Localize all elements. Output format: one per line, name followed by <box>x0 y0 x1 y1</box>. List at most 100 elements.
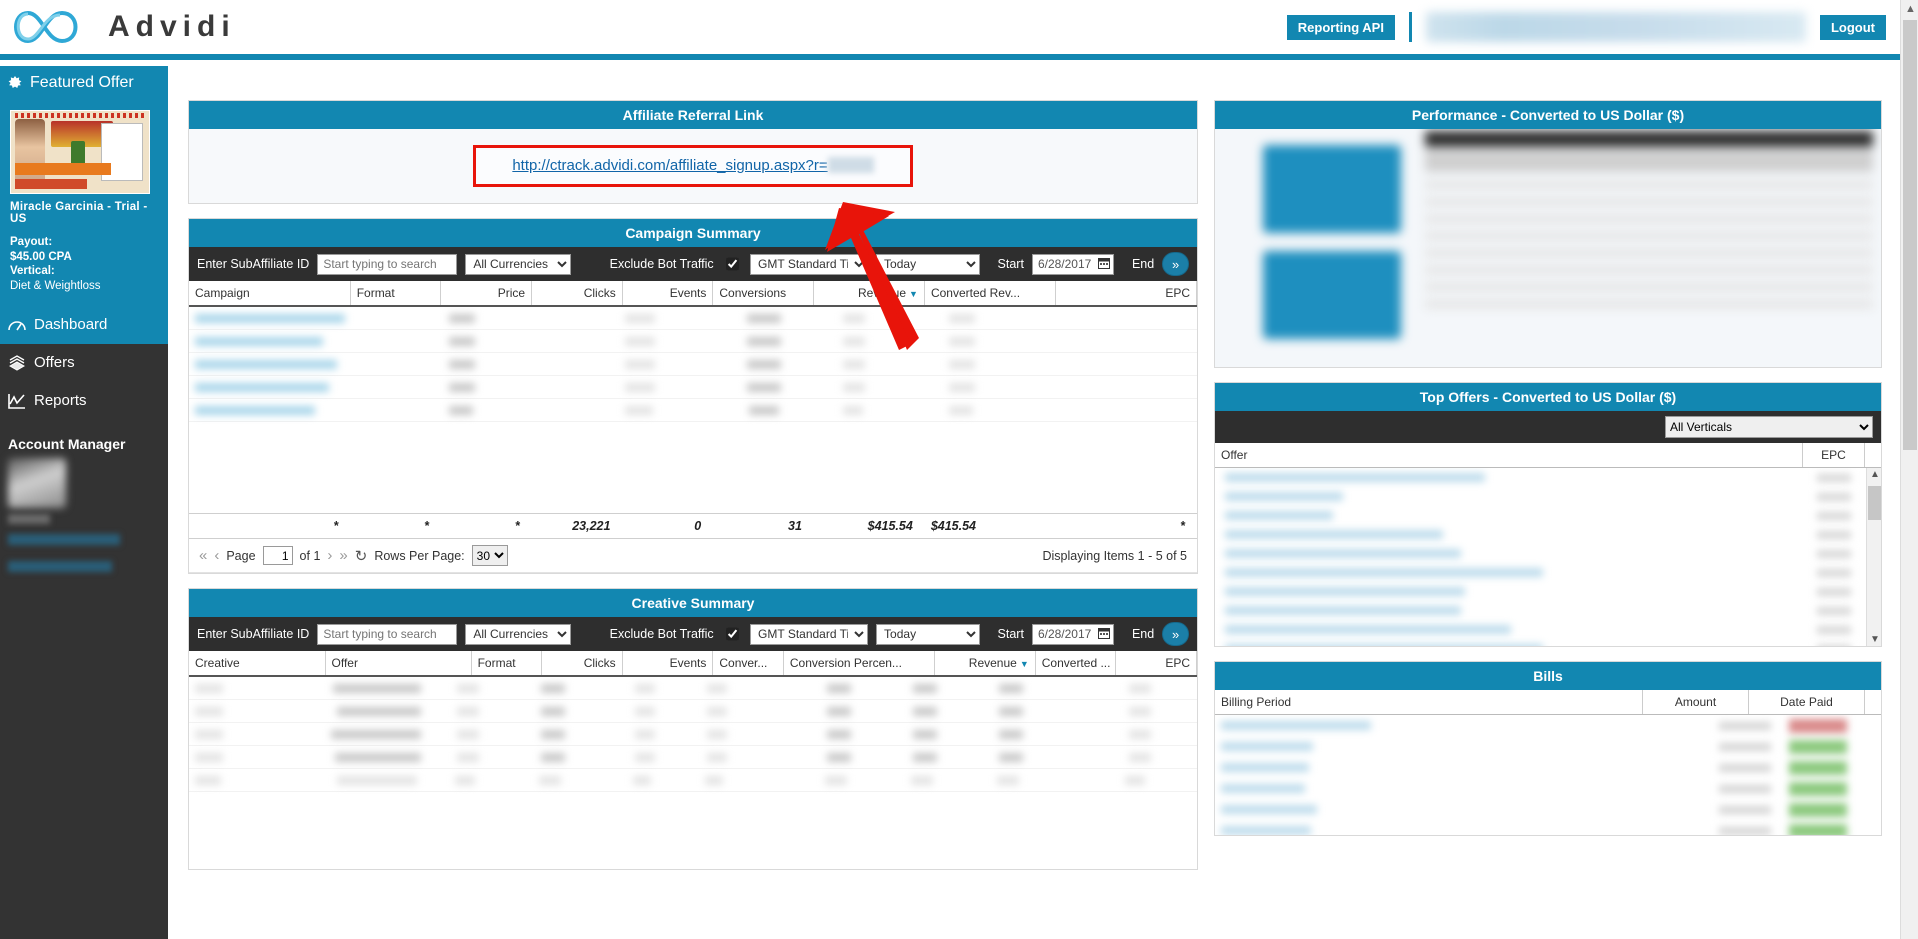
sidebar: Featured Offer Miracle Garcinia - Trial … <box>0 66 168 939</box>
top-offers-scrollbar[interactable]: ▲ ▼ <box>1866 468 1881 646</box>
campaign-summary-panel: Campaign Summary Enter SubAffiliate ID A… <box>188 218 1198 574</box>
scroll-down-icon[interactable]: ▼ <box>1870 634 1880 645</box>
col-epc[interactable]: EPC <box>1115 651 1197 677</box>
list-item[interactable] <box>1215 506 1881 525</box>
first-page-button[interactable]: « <box>199 547 207 564</box>
total-revenue: $415.54 <box>867 519 913 533</box>
list-item[interactable] <box>1215 487 1881 506</box>
col-date-paid[interactable]: Date Paid <box>1749 690 1865 714</box>
col-conversions[interactable]: Conversions <box>712 281 815 307</box>
creative-exclude-bot-label: Exclude Bot Traffic <box>609 627 714 641</box>
campaign-currency-select[interactable]: All Currencies <box>465 253 571 275</box>
browser-scrollbar-thumb[interactable] <box>1903 20 1917 450</box>
col-billing-period[interactable]: Billing Period <box>1215 690 1643 714</box>
scrollbar-thumb[interactable] <box>1868 486 1881 520</box>
account-manager-heading: Account Manager <box>8 435 126 452</box>
col-price[interactable]: Price <box>440 281 533 307</box>
campaign-timezone-select[interactable]: GMT Standard Time <box>750 253 869 275</box>
account-manager-avatar <box>8 457 66 508</box>
creative-start-date-input[interactable] <box>1031 623 1114 645</box>
table-row[interactable] <box>189 399 1197 422</box>
sidebar-item-offers[interactable]: Offers <box>0 343 168 382</box>
table-row[interactable] <box>189 723 1197 746</box>
col-converted-revenue[interactable]: Converted Rev... <box>924 281 1056 307</box>
table-row[interactable] <box>189 700 1197 723</box>
col-format[interactable]: Format <box>471 651 543 677</box>
list-item[interactable] <box>1215 468 1881 487</box>
creative-timezone-select[interactable]: GMT Standard Time <box>750 623 869 645</box>
browser-scrollbar[interactable]: ▲ <box>1900 0 1918 939</box>
creative-currency-select[interactable]: All Currencies <box>465 623 571 645</box>
prev-page-button[interactable]: ‹ <box>214 547 219 564</box>
col-events[interactable]: Events <box>622 281 714 307</box>
table-row[interactable] <box>189 376 1197 399</box>
col-clicks[interactable]: Clicks <box>541 651 623 677</box>
referral-link[interactable]: http://ctrack.advidi.com/affiliate_signu… <box>512 157 827 174</box>
creative-search-input[interactable] <box>317 623 458 645</box>
brand-logo[interactable]: Advidi <box>0 3 236 51</box>
campaign-filter-bar: Enter SubAffiliate ID All Currencies Exc… <box>189 247 1197 281</box>
total-clicks: 23,221 <box>572 519 611 533</box>
refresh-icon[interactable]: ↻ <box>355 547 368 565</box>
table-row[interactable] <box>1215 799 1881 820</box>
col-epc[interactable]: EPC <box>1803 443 1865 467</box>
featured-offer-title: Miracle Garcinia - Trial - US <box>10 201 148 225</box>
table-row[interactable] <box>189 769 1197 792</box>
campaign-exclude-bot-checkbox[interactable] <box>725 257 740 271</box>
col-converted[interactable]: Converted ... <box>1035 651 1117 677</box>
table-row[interactable] <box>1215 757 1881 778</box>
creative-exclude-bot-checkbox[interactable] <box>725 627 740 641</box>
campaign-expand-filters-button[interactable]: » <box>1162 252 1190 276</box>
list-item[interactable] <box>1215 639 1881 646</box>
table-row[interactable] <box>189 677 1197 700</box>
reports-icon <box>8 393 25 409</box>
scroll-up-icon[interactable]: ▲ <box>1905 3 1916 15</box>
col-epc[interactable]: EPC <box>1055 281 1198 307</box>
table-row[interactable] <box>1215 778 1881 799</box>
table-row[interactable] <box>189 330 1197 353</box>
table-row[interactable] <box>1215 715 1881 736</box>
logout-button[interactable]: Logout <box>1819 14 1886 40</box>
col-amount[interactable]: Amount <box>1643 690 1749 714</box>
creative-range-select[interactable]: Today <box>876 623 980 645</box>
table-row[interactable] <box>189 307 1197 330</box>
col-revenue[interactable]: Revenue ▼ <box>813 281 925 307</box>
verticals-select[interactable]: All Verticals <box>1665 416 1873 438</box>
list-item[interactable] <box>1215 525 1881 544</box>
table-row[interactable] <box>189 746 1197 769</box>
table-row[interactable] <box>1215 820 1881 835</box>
list-item[interactable] <box>1215 563 1881 582</box>
campaign-start-date-input[interactable] <box>1031 253 1114 275</box>
sidebar-item-reports[interactable]: Reports <box>0 381 168 420</box>
list-item[interactable] <box>1215 544 1881 563</box>
col-campaign[interactable]: Campaign <box>189 281 351 307</box>
campaign-range-select[interactable]: Today <box>876 253 980 275</box>
next-page-button[interactable]: › <box>327 547 332 564</box>
rows-per-page-select[interactable]: 30 <box>471 545 508 566</box>
campaign-search-input[interactable] <box>317 253 458 275</box>
scroll-up-icon[interactable]: ▲ <box>1870 469 1880 480</box>
list-item[interactable] <box>1215 582 1881 601</box>
reporting-api-button[interactable]: Reporting API <box>1286 14 1395 40</box>
col-events[interactable]: Events <box>622 651 714 677</box>
list-item[interactable] <box>1215 620 1881 639</box>
account-manager-contact-redacted[interactable] <box>8 533 120 545</box>
col-creative[interactable]: Creative <box>189 651 326 677</box>
table-row[interactable] <box>1215 736 1881 757</box>
featured-offer-card[interactable]: Miracle Garcinia - Trial - US Payout: $4… <box>0 100 168 306</box>
col-revenue[interactable]: Revenue ▼ <box>934 651 1036 677</box>
list-item[interactable] <box>1215 601 1881 620</box>
creative-expand-filters-button[interactable]: » <box>1162 622 1190 646</box>
account-manager-contact-redacted-2[interactable] <box>8 560 112 572</box>
last-page-button[interactable]: » <box>339 547 347 564</box>
total-price: * <box>514 519 520 533</box>
col-format[interactable]: Format <box>350 281 442 307</box>
sidebar-item-dashboard[interactable]: Dashboard <box>0 305 168 344</box>
page-number-input[interactable] <box>262 546 293 565</box>
col-offer[interactable]: Offer <box>325 651 472 677</box>
table-row[interactable] <box>189 353 1197 376</box>
col-conversion-percent[interactable]: Conversion Percen... <box>783 651 936 677</box>
col-conversions[interactable]: Conver... <box>712 651 784 677</box>
col-offer[interactable]: Offer <box>1215 443 1803 467</box>
col-clicks[interactable]: Clicks <box>531 281 623 307</box>
